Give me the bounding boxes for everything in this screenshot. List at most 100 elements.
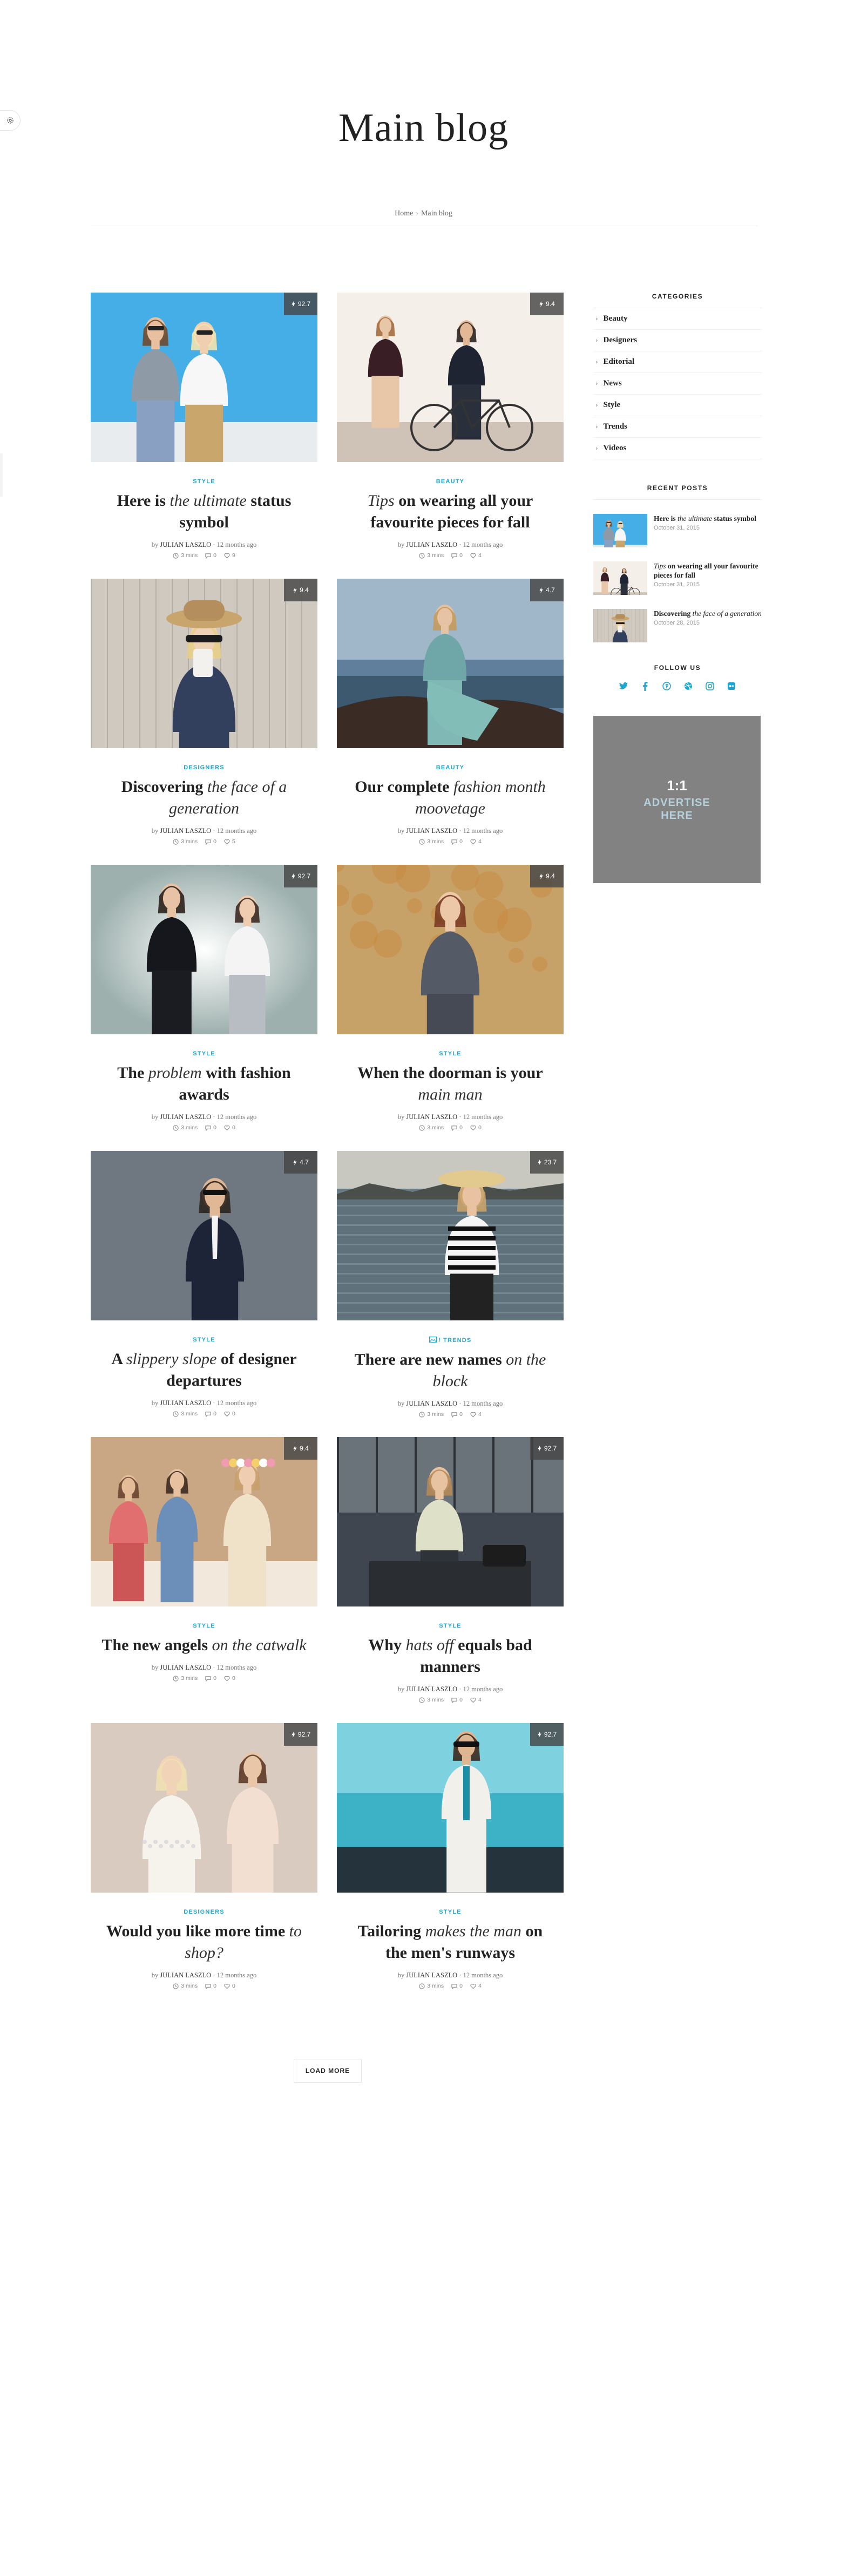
load-more-button[interactable]: LOAD MORE [294,2059,362,2083]
sidebar-category-item[interactable]: › Designers [593,330,762,351]
post-title-link[interactable]: Would you like more time to shop? [91,1921,317,1964]
breadcrumb-home-link[interactable]: Home [395,209,413,218]
likes-count: 4 [478,838,482,845]
post-title-link[interactable]: Here is the ultimate status symbol [91,490,317,533]
instagram-icon[interactable] [705,681,715,691]
post-thumbnail-link[interactable]: 92.7 [337,1437,564,1606]
comments-link[interactable]: 0 [205,1983,216,1989]
sidebar-category-item[interactable]: › Videos [593,438,762,459]
like-button[interactable]: 0 [224,1124,235,1131]
recent-post-title[interactable]: Tips on wearing all your favourite piece… [654,561,762,580]
like-button[interactable]: 0 [224,1411,235,1417]
comments-link[interactable]: 0 [205,1411,216,1417]
post-author-link[interactable]: JULIAN LASZLO [406,827,457,835]
post-category-link[interactable]: BEAUTY [436,478,464,485]
post-title-link[interactable]: Discovering the face of a generation [91,776,317,819]
post-thumbnail-link[interactable]: 9.4 [337,865,564,1034]
post-category-link[interactable]: STYLE [193,1623,215,1629]
post-title-link[interactable]: A slippery slope of designer departures [91,1348,317,1392]
post-title-link[interactable]: There are new names on the block [337,1349,564,1392]
like-button[interactable]: 9 [224,552,235,559]
post-author-link[interactable]: JULIAN LASZLO [406,541,457,548]
post-category-link[interactable]: STYLE [439,1623,461,1629]
post-category-link[interactable]: STYLE [193,478,215,485]
post-author-link[interactable]: JULIAN LASZLO [160,827,211,835]
like-button[interactable]: 4 [470,1983,482,1989]
sidebar-category-item[interactable]: › News [593,373,762,395]
post-category-link[interactable]: DESIGNERS [184,764,225,771]
comments-link[interactable]: 0 [451,1124,463,1131]
comments-link[interactable]: 0 [451,1697,463,1703]
post-author-link[interactable]: JULIAN LASZLO [406,1971,457,1979]
post-author-link[interactable]: JULIAN LASZLO [406,1685,457,1693]
like-button[interactable]: 0 [224,1675,235,1682]
pinterest-icon[interactable] [662,681,672,691]
post-category-link[interactable]: BEAUTY [436,764,464,771]
post-title-link[interactable]: Tailoring makes the man on the men's run… [337,1921,564,1964]
like-button[interactable]: 4 [470,552,482,559]
post-title-link[interactable]: Tips on wearing all your favourite piece… [337,490,564,533]
post-title-link[interactable]: The new angels on the catwalk [91,1635,317,1656]
recent-post-title[interactable]: Discovering the face of a generation [654,609,762,618]
post-category-link[interactable]: / TRENDS [439,1337,472,1344]
post-author-link[interactable]: JULIAN LASZLO [406,1113,457,1121]
facebook-icon[interactable] [640,681,650,691]
recent-post-item[interactable]: Here is the ultimate status symbol Octob… [593,514,762,547]
dribbble-icon[interactable] [683,681,693,691]
comments-link[interactable]: 0 [205,552,216,559]
post-title-link[interactable]: Our complete fashion month moovetage [337,776,564,819]
comments-link[interactable]: 0 [451,552,463,559]
post-title-link[interactable]: The problem with fashion awards [91,1062,317,1106]
recent-post-thumbnail[interactable] [593,561,647,595]
like-button[interactable]: 4 [470,1411,482,1418]
post-thumbnail-link[interactable]: 9.4 [91,579,317,748]
advertisement-banner[interactable]: 1:1 ADVERTISE HERE [593,716,761,883]
post-category-link[interactable]: STYLE [439,1909,461,1915]
comments-link[interactable]: 0 [205,1124,216,1131]
post-thumbnail-link[interactable]: 9.4 [91,1437,317,1606]
like-button[interactable]: 0 [224,1983,235,1989]
sidebar-category-item[interactable]: › Trends [593,416,762,438]
sidebar-category-item[interactable]: › Beauty [593,308,762,330]
post-category-link[interactable]: STYLE [193,1337,215,1343]
post-author-link[interactable]: JULIAN LASZLO [160,541,211,548]
like-button[interactable]: 4 [470,1697,482,1703]
post-thumbnail-link[interactable]: 92.7 [337,1723,564,1893]
recent-post-item[interactable]: Discovering the face of a generation Oct… [593,609,762,642]
post-category-link[interactable]: STYLE [193,1050,215,1057]
post-author-link[interactable]: JULIAN LASZLO [160,1399,211,1407]
post-title-link[interactable]: When the doorman is your main man [337,1062,564,1106]
comments-link[interactable]: 0 [451,838,463,845]
post-category-link[interactable]: DESIGNERS [184,1909,225,1915]
post-author-link[interactable]: JULIAN LASZLO [160,1971,211,1979]
flickr-icon[interactable] [727,681,736,691]
post-thumbnail-link[interactable]: 92.7 [91,1723,317,1893]
like-button[interactable]: 4 [470,838,482,845]
post-thumbnail-link[interactable]: 9.4 [337,293,564,462]
recent-post-thumbnail[interactable] [593,609,647,642]
comments-link[interactable]: 0 [205,838,216,845]
post-thumbnail-image [91,865,317,1034]
post-author-link[interactable]: JULIAN LASZLO [160,1113,211,1121]
post-title-link[interactable]: Why hats off equals bad manners [337,1635,564,1678]
side-panel-tab[interactable] [0,453,3,497]
post-thumbnail-link[interactable]: 92.7 [91,865,317,1034]
recent-post-title[interactable]: Here is the ultimate status symbol [654,514,756,523]
post-thumbnail-link[interactable]: 4.7 [337,579,564,748]
post-author-link[interactable]: JULIAN LASZLO [160,1664,211,1671]
like-button[interactable]: 0 [470,1124,482,1131]
comments-link[interactable]: 0 [205,1675,216,1682]
comments-link[interactable]: 0 [451,1983,463,1989]
post-category-link[interactable]: STYLE [439,1050,461,1057]
comments-link[interactable]: 0 [451,1411,463,1418]
sidebar-category-item[interactable]: › Editorial [593,351,762,373]
post-thumbnail-link[interactable]: 92.7 [91,293,317,462]
sidebar-category-item[interactable]: › Style [593,395,762,416]
recent-post-thumbnail[interactable] [593,514,647,547]
post-thumbnail-link[interactable]: 4.7 [91,1151,317,1320]
like-button[interactable]: 5 [224,838,235,845]
post-author-link[interactable]: JULIAN LASZLO [406,1400,457,1407]
twitter-icon[interactable] [619,681,628,691]
post-thumbnail-link[interactable]: 23.7 [337,1151,564,1320]
recent-post-item[interactable]: Tips on wearing all your favourite piece… [593,561,762,595]
